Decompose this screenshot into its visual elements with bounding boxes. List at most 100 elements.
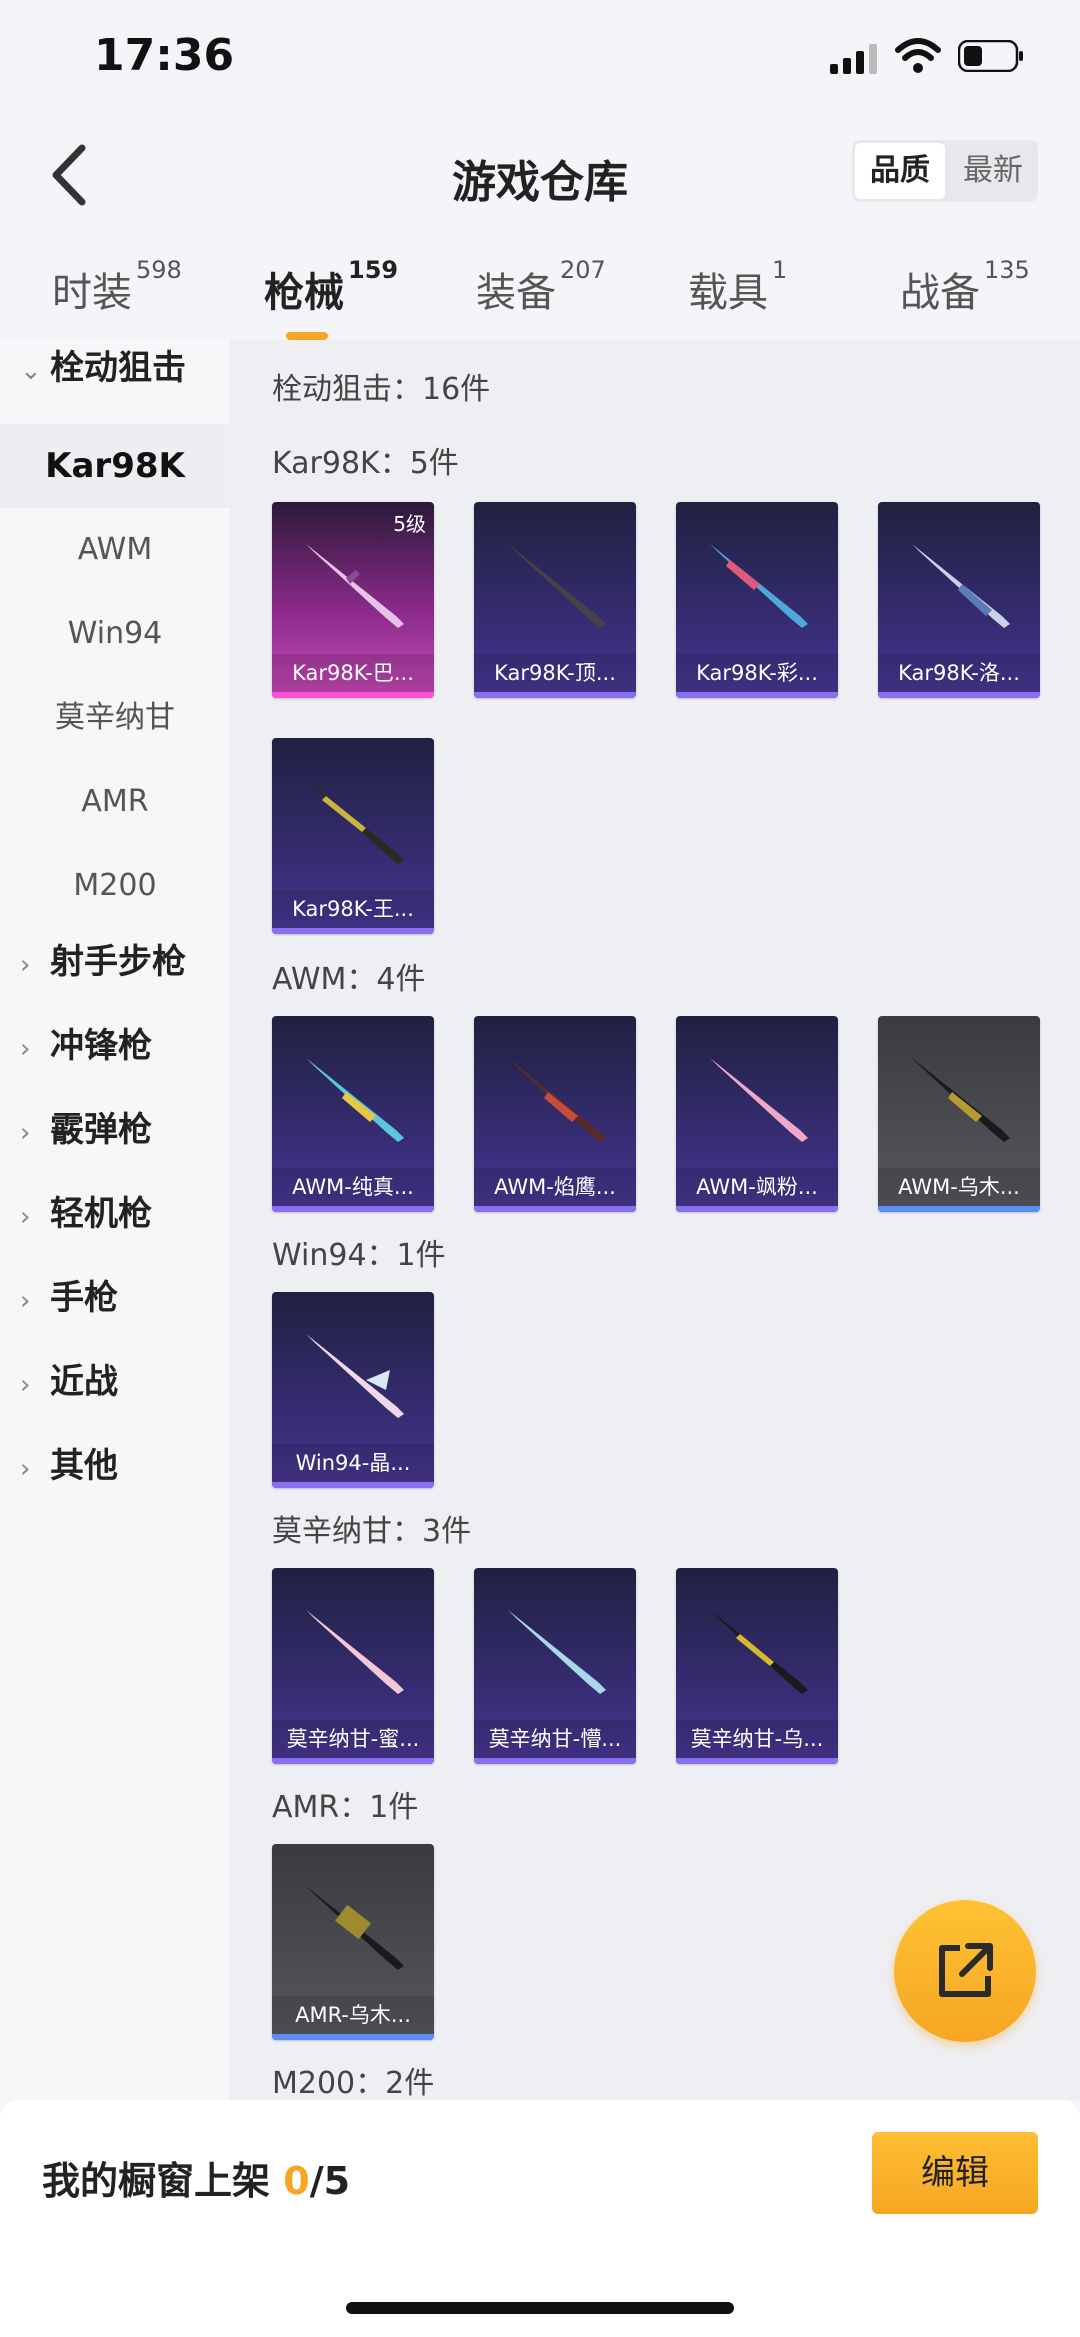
weapon-card[interactable]: AMR-乌木... — [272, 1844, 434, 2040]
rarity-bar — [474, 692, 636, 698]
rarity-bar — [272, 1758, 434, 1764]
chevron-right-icon: › — [20, 1034, 31, 1064]
rifle-icon — [508, 1058, 606, 1142]
sidebar-group-label: 冲锋枪 — [50, 1026, 152, 1066]
chevron-right-icon: › — [20, 1370, 31, 1400]
weapon-card[interactable]: AWM-乌木... — [878, 1016, 1040, 1212]
weapon-card[interactable]: Kar98K-彩... — [676, 502, 838, 698]
sidebar-group-label: 其他 — [50, 1446, 118, 1486]
weapon-card[interactable]: Kar98K-顶... — [474, 502, 636, 698]
rifle-icon — [710, 544, 808, 628]
weapon-name: 莫辛纳甘-懵... — [474, 1720, 636, 1758]
tab-label: 载具 — [688, 270, 768, 316]
rarity-bar — [676, 1758, 838, 1764]
sidebar-item-amr[interactable]: AMR — [0, 760, 230, 844]
tab-supplies[interactable]: 战备 135 — [900, 256, 1030, 318]
weapon-card[interactable]: AWM-纯真... — [272, 1016, 434, 1212]
weapon-card[interactable]: Kar98K-王... — [272, 738, 434, 934]
tab-guns[interactable]: 枪械 159 — [264, 256, 398, 340]
weapon-card[interactable]: 莫辛纳甘-懵... — [474, 1568, 636, 1764]
weapon-card[interactable]: Kar98K-洛... — [878, 502, 1040, 698]
sidebar-group-bolt-action[interactable]: ⌄ 栓动狙击 — [20, 340, 186, 389]
rarity-bar — [272, 1482, 434, 1488]
sidebar-group-pistol[interactable]: › 手枪 — [20, 1270, 118, 1319]
sidebar-item-m200[interactable]: M200 — [0, 844, 230, 928]
showcase-shelf-count: 我的橱窗上架 0/5 — [42, 2150, 350, 2205]
nav-header: 游戏仓库 品质 最新 — [0, 120, 1080, 230]
rifle-icon — [306, 1334, 404, 1418]
rifle-icon — [508, 544, 606, 628]
tab-fashion[interactable]: 时装 598 — [52, 256, 182, 318]
sidebar-group-label: 手枪 — [50, 1278, 118, 1318]
sidebar-group-label: 射手步枪 — [50, 942, 186, 982]
rarity-bar — [272, 1206, 434, 1212]
sidebar-item-win94[interactable]: Win94 — [0, 592, 230, 676]
sidebar-item-kar98k[interactable]: Kar98K — [0, 424, 230, 508]
sidebar-group-label: 霰弹枪 — [50, 1110, 152, 1150]
weapon-card[interactable]: AWM-飒粉... — [676, 1016, 838, 1212]
rarity-bar — [272, 928, 434, 934]
wifi-icon — [895, 38, 941, 73]
tab-label: 时装 — [52, 270, 132, 316]
rarity-bar — [878, 1206, 1040, 1212]
category-count-header: 栓动狙击：16件 — [272, 372, 491, 407]
section-title: AWM：4件 — [272, 962, 426, 997]
battery-icon — [958, 40, 1023, 72]
rifle-icon — [306, 1886, 404, 1970]
rifle-icon — [710, 1610, 808, 1694]
sort-newest-button[interactable]: 最新 — [948, 140, 1038, 202]
rifle-icon — [912, 544, 1010, 628]
shelf-count-total: /5 — [309, 2159, 351, 2203]
chevron-right-icon: › — [20, 950, 31, 980]
sidebar-group-label: 轻机枪 — [50, 1194, 152, 1234]
weapon-name: AWM-飒粉... — [676, 1168, 838, 1206]
sidebar-group-shotgun[interactable]: › 霰弹枪 — [20, 1102, 152, 1151]
weapon-card[interactable]: Win94-晶... — [272, 1292, 434, 1488]
weapon-card[interactable]: 莫辛纳甘-蜜... — [272, 1568, 434, 1764]
sort-quality-button[interactable]: 品质 — [855, 143, 945, 199]
level-badge: 5级 — [393, 512, 426, 536]
weapon-name: AWM-焰鹰... — [474, 1168, 636, 1206]
section-title: 莫辛纳甘：3件 — [272, 1514, 472, 1549]
section-title: Win94：1件 — [272, 1238, 446, 1273]
weapon-name: Kar98K-巴... — [272, 654, 434, 692]
weapon-grid: 栓动狙击：16件 Kar98K：5件 5级 Kar98K-巴... Kar98K… — [230, 340, 1080, 2100]
rifle-icon — [306, 544, 404, 628]
weapon-name: Kar98K-王... — [272, 890, 434, 928]
sidebar-group-other[interactable]: › 其他 — [20, 1438, 118, 1487]
status-bar: 17:36 — [0, 0, 1080, 120]
weapon-name: 莫辛纳甘-蜜... — [272, 1720, 434, 1758]
tab-count: 135 — [984, 256, 1030, 284]
shelf-label: 我的橱窗上架 — [42, 2159, 271, 2203]
weapon-name: Win94-晶... — [272, 1444, 434, 1482]
sidebar-group-lmg[interactable]: › 轻机枪 — [20, 1186, 152, 1235]
section-title: AMR：1件 — [272, 1790, 419, 1825]
weapon-card[interactable]: AWM-焰鹰... — [474, 1016, 636, 1212]
tab-equipment[interactable]: 装备 207 — [476, 256, 606, 318]
weapon-category-sidebar: ⌄ 栓动狙击 Kar98K AWM Win94 莫辛纳甘 AMR M200 › 射手… — [0, 340, 230, 2100]
weapon-name: AWM-乌木... — [878, 1168, 1040, 1206]
sidebar-group-melee[interactable]: › 近战 — [20, 1354, 118, 1403]
sidebar-group-marksman[interactable]: › 射手步枪 — [20, 934, 186, 983]
chevron-down-icon: ⌄ — [20, 356, 42, 386]
sidebar-item-mosin[interactable]: 莫辛纳甘 — [0, 676, 230, 760]
rarity-bar — [272, 2034, 434, 2040]
edit-button[interactable]: 编辑 — [872, 2132, 1038, 2214]
chevron-right-icon: › — [20, 1118, 31, 1148]
weapon-name: Kar98K-洛... — [878, 654, 1040, 692]
section-title: M200：2件 — [272, 2066, 435, 2100]
sidebar-item-awm[interactable]: AWM — [0, 508, 230, 592]
cellular-signal-icon — [830, 44, 877, 74]
home-indicator — [346, 2302, 734, 2314]
rarity-bar — [474, 1206, 636, 1212]
tab-vehicles[interactable]: 载具 1 — [688, 256, 787, 318]
category-tabs: 时装 598 枪械 159 装备 207 载具 1 战备 135 — [0, 240, 1080, 340]
sort-toggle: 品质 最新 — [852, 140, 1038, 202]
share-fab-button[interactable] — [894, 1900, 1036, 2042]
weapon-card[interactable]: 5级 Kar98K-巴... — [272, 502, 434, 698]
tab-count: 159 — [348, 256, 399, 284]
sidebar-group-smg[interactable]: › 冲锋枪 — [20, 1018, 152, 1067]
tab-label: 枪械 — [264, 270, 344, 316]
rarity-bar — [272, 692, 434, 698]
weapon-card[interactable]: 莫辛纳甘-乌... — [676, 1568, 838, 1764]
